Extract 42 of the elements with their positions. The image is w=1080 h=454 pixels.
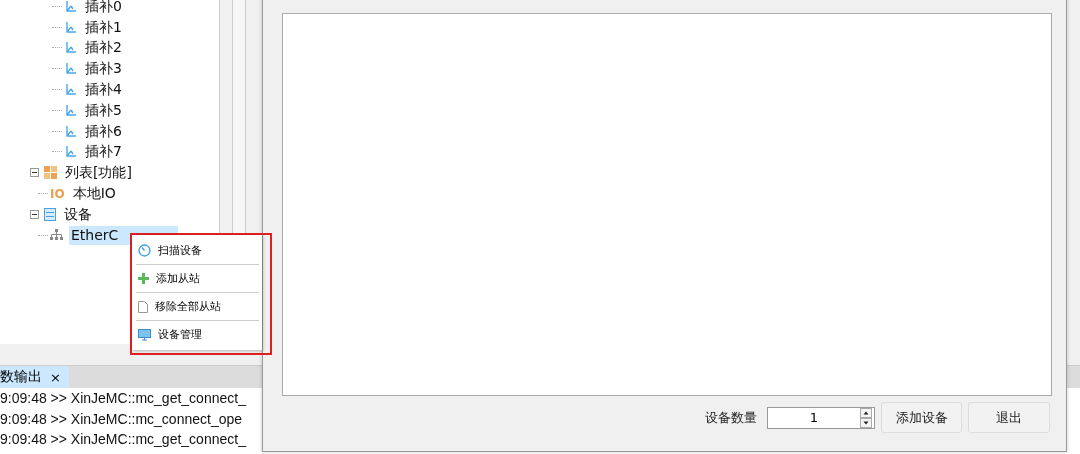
axis-icon bbox=[64, 20, 77, 34]
tree-item[interactable]: 插补3 bbox=[83, 59, 124, 79]
tree-item[interactable]: 插补0 bbox=[83, 0, 124, 16]
tree-item[interactable]: 插补1 bbox=[83, 17, 124, 37]
axis-icon bbox=[64, 62, 77, 76]
menu-item[interactable]: 添加从站 bbox=[132, 265, 262, 292]
tree-item[interactable]: 插补6 bbox=[83, 121, 124, 141]
menu-item[interactable]: 设备管理 bbox=[132, 321, 262, 348]
network-icon bbox=[50, 229, 63, 242]
spin-arrows-icon[interactable] bbox=[860, 407, 872, 428]
tree-item[interactable]: 本地IO bbox=[70, 184, 118, 204]
collapse-icon[interactable] bbox=[30, 168, 39, 178]
add-device-button[interactable]: 添加设备 bbox=[881, 402, 962, 433]
axis-icon bbox=[64, 0, 77, 13]
tree-item[interactable]: 插补7 bbox=[83, 142, 124, 162]
tree-item[interactable]: 设备 bbox=[62, 204, 94, 224]
count-spinbox[interactable]: 1 bbox=[767, 406, 875, 429]
list-icon bbox=[44, 207, 56, 221]
axis-icon bbox=[64, 145, 77, 159]
count-label: 设备数量 bbox=[705, 408, 757, 427]
tree-item[interactable]: 插补2 bbox=[83, 38, 124, 58]
log-line: 9:09:48 >> XinJeMC::mc_connect_ope bbox=[0, 409, 243, 429]
tree-item[interactable]: 列表[功能] bbox=[63, 163, 134, 183]
axis-icon bbox=[64, 103, 77, 117]
exit-button[interactable]: 退出 bbox=[968, 402, 1050, 433]
axis-icon bbox=[64, 83, 77, 97]
close-icon[interactable]: × bbox=[50, 369, 61, 385]
log-line: 9:09:48 >> XinJeMC::mc_get_connect_ bbox=[0, 389, 246, 408]
io-icon: IO bbox=[50, 186, 65, 201]
log-line: 9:09:48 >> XinJeMC::mc_get_connect_ bbox=[0, 430, 246, 449]
plus-icon bbox=[138, 273, 149, 284]
grid-icon bbox=[44, 166, 57, 180]
axis-icon bbox=[64, 124, 77, 138]
clock-icon bbox=[138, 244, 151, 257]
axis-icon bbox=[64, 41, 77, 55]
tree-item[interactable]: 插补4 bbox=[83, 80, 124, 100]
collapse-icon[interactable] bbox=[30, 209, 39, 219]
output-tab[interactable]: 数输出 × bbox=[0, 366, 69, 388]
document-icon bbox=[138, 300, 148, 313]
tree-item[interactable]: 插补5 bbox=[83, 100, 124, 120]
monitor-icon bbox=[138, 328, 151, 341]
menu-item[interactable]: 移除全部从站 bbox=[132, 293, 262, 320]
